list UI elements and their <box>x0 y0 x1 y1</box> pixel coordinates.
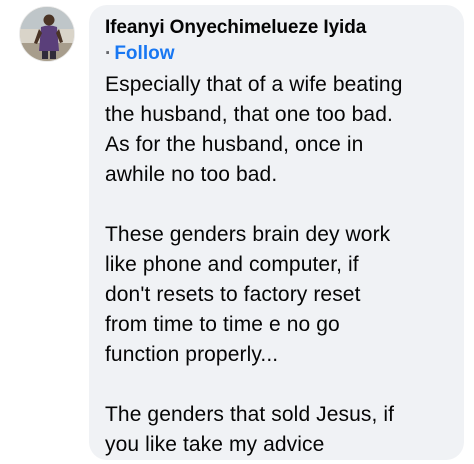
comment-line: like phone and computer, if <box>105 253 359 276</box>
separator-dot: · <box>105 43 112 64</box>
comment-line: from time to time e no go <box>105 313 340 336</box>
author-name[interactable]: Ifeanyi Onyechimelueze Iyida <box>105 17 366 38</box>
comment-paragraph: These genders brain dey work like phone … <box>105 220 450 370</box>
avatar[interactable] <box>20 7 74 61</box>
comment-line: The genders that sold Jesus, if <box>105 403 395 426</box>
comment-paragraph: Especially that of a wife beating the hu… <box>105 70 450 190</box>
comment-line: don't resets to factory reset <box>105 283 361 306</box>
comment-line: you like take my advice <box>105 433 325 456</box>
comment-bubble: Ifeanyi Onyechimelueze Iyida · Follow Esp… <box>89 5 464 460</box>
comment-line: As for the husband, once in <box>105 133 364 156</box>
comment-paragraph: The genders that sold Jesus, if you like… <box>105 400 450 460</box>
comment-line: the husband, that one too bad. <box>105 103 393 126</box>
comment-line: function properly... <box>105 343 279 366</box>
follow-button[interactable]: Follow <box>114 43 174 64</box>
comment-body: Especially that of a wife beating the hu… <box>105 70 450 460</box>
comment: Ifeanyi Onyechimelueze Iyida · Follow Esp… <box>0 0 474 464</box>
comment-line: awhile no too bad. <box>105 163 278 186</box>
author-row: Ifeanyi Onyechimelueze Iyida <box>105 15 450 41</box>
profile-photo-avatar-icon <box>20 7 74 61</box>
comment-line: These genders brain dey work <box>105 223 391 246</box>
follow-row: · Follow <box>105 41 450 67</box>
comment-line: Especially that of a wife beating <box>105 73 403 96</box>
